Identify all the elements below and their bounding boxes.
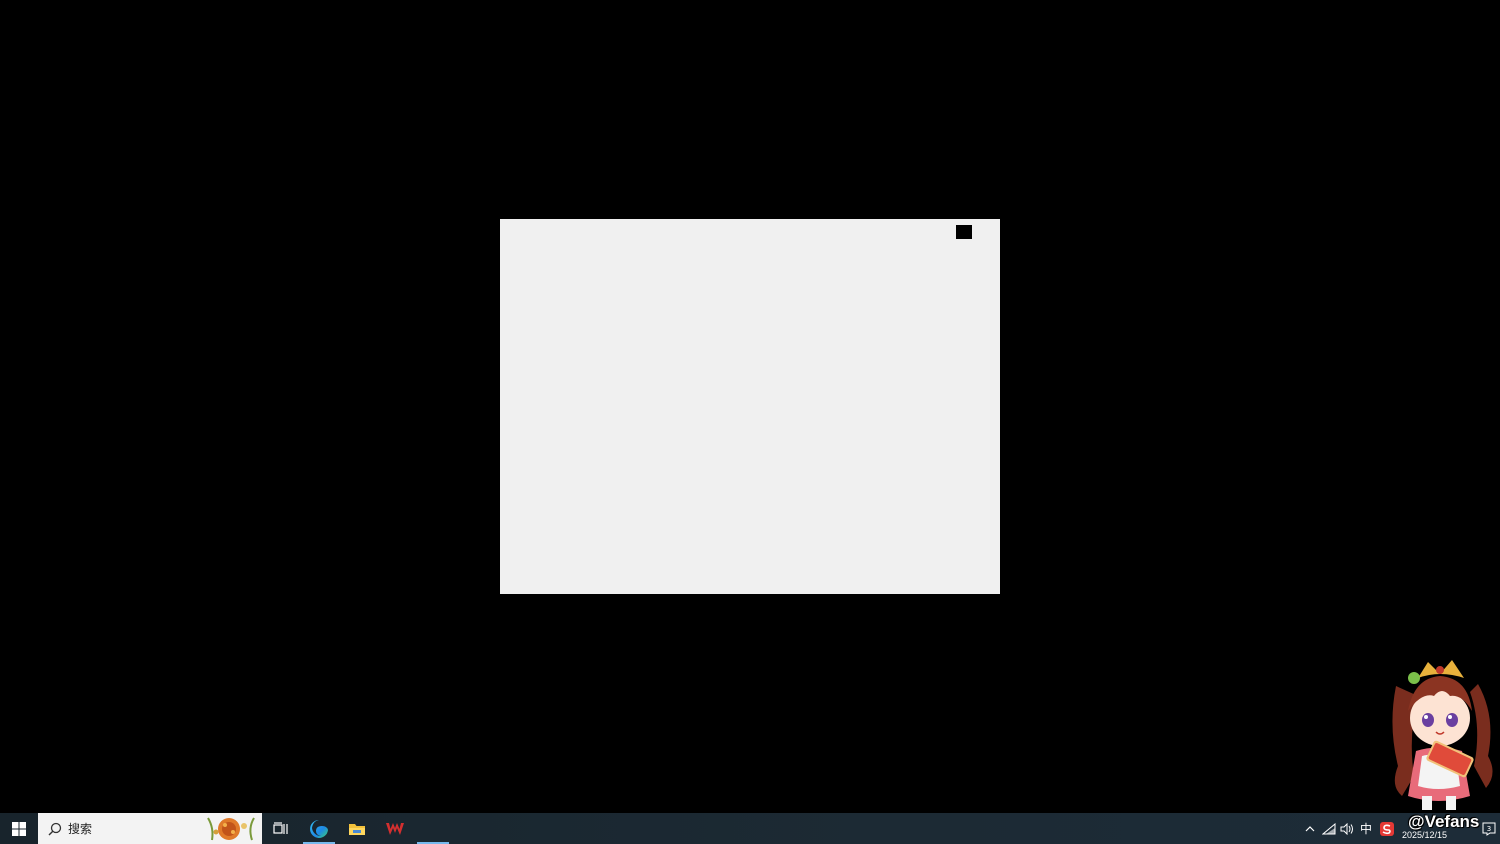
input-method-indicator[interactable]: 中	[1356, 813, 1376, 844]
app-window[interactable]	[500, 219, 1000, 594]
taskbar: 搜索 中 @Vefans 2025/12/15 3	[0, 813, 1500, 844]
taskbar-file-explorer-button[interactable]	[338, 813, 376, 844]
search-placeholder: 搜索	[68, 822, 93, 836]
task-view-icon	[273, 821, 288, 834]
clock-date: 2025/12/15	[1402, 829, 1448, 840]
watermark-text: @Vefans	[1408, 811, 1480, 831]
window-black-square	[956, 225, 972, 239]
volume-button[interactable]	[1338, 813, 1356, 844]
wifi-icon	[1322, 822, 1336, 834]
taskbar-clock[interactable]: @Vefans 2025/12/15	[1398, 811, 1480, 844]
speaker-icon	[1340, 822, 1353, 835]
notification-icon: 3	[1482, 822, 1496, 836]
edge-icon	[310, 819, 328, 838]
taskbar-active-app-button[interactable]	[414, 813, 452, 844]
task-view-button[interactable]	[262, 813, 300, 844]
desktop-mascot-image[interactable]	[1378, 656, 1500, 813]
start-button[interactable]	[0, 813, 38, 844]
search-icon	[47, 821, 63, 837]
folder-icon	[349, 823, 365, 835]
wps-office-icon	[386, 822, 404, 835]
taskbar-edge-button[interactable]	[300, 813, 338, 844]
windows-logo-icon	[12, 821, 26, 836]
search-input[interactable]: 搜索	[38, 813, 262, 844]
taskbar-spacer	[452, 813, 1300, 844]
desktop	[0, 0, 1500, 813]
sogou-icon	[1380, 821, 1394, 836]
taskbar-wps-button[interactable]	[376, 813, 414, 844]
chevron-up-icon	[1305, 826, 1315, 832]
notification-count: 3	[1487, 825, 1491, 833]
search-highlight-image	[207, 817, 255, 841]
action-center-button[interactable]: 3	[1478, 813, 1500, 844]
sogou-ime-button[interactable]	[1376, 813, 1398, 844]
show-hidden-icons-button[interactable]	[1300, 813, 1320, 844]
network-button[interactable]	[1320, 813, 1338, 844]
system-tray: 中 @Vefans 2025/12/15 3	[1300, 813, 1500, 844]
